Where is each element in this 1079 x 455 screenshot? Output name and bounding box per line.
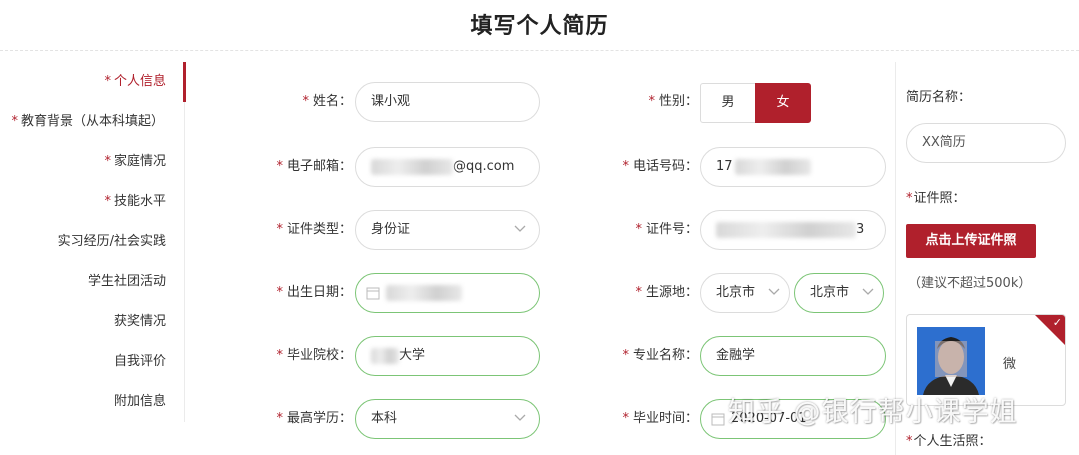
id-type-select[interactable]: 身份证 xyxy=(355,210,540,250)
chevron-down-icon xyxy=(514,225,526,232)
phone-redacted xyxy=(734,158,811,175)
sidebar-item-skills[interactable]: * 技能水平 xyxy=(104,192,166,212)
chevron-down-icon xyxy=(514,414,526,421)
photo-caption: 微 xyxy=(1003,357,1017,372)
id-number-label: * 证件号： xyxy=(635,222,698,237)
sidebar-item-internship[interactable]: 实习经历/社会实践 xyxy=(58,232,166,252)
birth-date-label: * 出生日期： xyxy=(276,285,352,300)
sidebar-item-personal-info[interactable]: * 个人信息 xyxy=(104,72,166,92)
chevron-down-icon xyxy=(768,288,780,295)
degree-label: * 最高学历： xyxy=(276,411,352,426)
sidebar-active-indicator xyxy=(183,62,186,102)
sidebar-item-education[interactable]: * 教育背景（从本科填起） xyxy=(11,112,164,132)
school-label: * 毕业院校： xyxy=(276,348,352,363)
title-divider xyxy=(0,50,1079,51)
grad-time-label: * 毕业时间： xyxy=(622,411,698,426)
sidebar-nav: * 个人信息 * 教育背景（从本科填起） * 家庭情况 * 技能水平 实习经历/社会实践… xyxy=(0,62,186,422)
major-input[interactable]: 金融学 xyxy=(700,336,886,376)
page-title: 填写个人简历 xyxy=(470,14,609,39)
chevron-down-icon xyxy=(862,288,874,295)
sidebar-item-clubs[interactable]: 学生社团活动 xyxy=(88,272,166,292)
birth-date-input[interactable] xyxy=(355,273,540,313)
resume-name-label: 简历名称： xyxy=(906,90,972,105)
id-number-redacted xyxy=(716,221,856,238)
upload-id-photo-button[interactable]: 点击上传证件照 xyxy=(906,224,1036,258)
watermark: 知乎 @银行帮小课学姐 xyxy=(728,397,1018,428)
resume-name-input[interactable]: XX简历 xyxy=(906,123,1066,163)
origin-city-select[interactable]: 北京市 xyxy=(794,273,884,313)
sidebar-item-family[interactable]: * 家庭情况 xyxy=(104,152,166,172)
gender-label: * 性别： xyxy=(648,94,698,109)
id-number-input[interactable]: 3 xyxy=(700,210,886,250)
birth-date-redacted xyxy=(386,284,462,301)
degree-select[interactable]: 本科 xyxy=(355,399,540,439)
origin-province-select[interactable]: 北京市 xyxy=(700,273,790,313)
gender-toggle: 男 女 xyxy=(700,83,811,123)
school-input[interactable]: 大学 xyxy=(355,336,540,376)
sidebar-item-additional[interactable]: 附加信息 xyxy=(114,392,166,412)
id-type-label: * 证件类型： xyxy=(276,222,352,237)
sidebar-divider xyxy=(184,62,185,422)
upload-size-hint: （建议不超过500k） xyxy=(908,276,1032,291)
id-photo-thumbnail xyxy=(917,327,985,395)
gender-male-button[interactable]: 男 xyxy=(700,83,756,123)
sidebar-item-self-evaluation[interactable]: 自我评价 xyxy=(114,352,166,372)
calendar-icon xyxy=(711,413,725,426)
id-photo-label: *证件照： xyxy=(906,191,966,206)
email-label: * 电子邮箱： xyxy=(276,159,352,174)
email-input[interactable]: @qq.com xyxy=(355,147,540,187)
phone-label: * 电话号码： xyxy=(622,159,698,174)
major-label: * 专业名称： xyxy=(622,348,698,363)
email-redacted xyxy=(371,158,453,175)
check-icon: ✓ xyxy=(1052,316,1062,329)
gender-female-button[interactable]: 女 xyxy=(755,83,811,123)
school-redacted xyxy=(371,347,399,364)
origin-label: * 生源地： xyxy=(635,285,698,300)
name-label: * 姓名： xyxy=(302,94,352,109)
phone-input[interactable]: 17 xyxy=(700,147,886,187)
life-photo-label: *个人生活照： xyxy=(906,434,992,449)
name-input[interactable]: 课小观 xyxy=(355,82,540,122)
sidebar-item-awards[interactable]: 获奖情况 xyxy=(114,312,166,332)
calendar-icon xyxy=(366,287,380,300)
